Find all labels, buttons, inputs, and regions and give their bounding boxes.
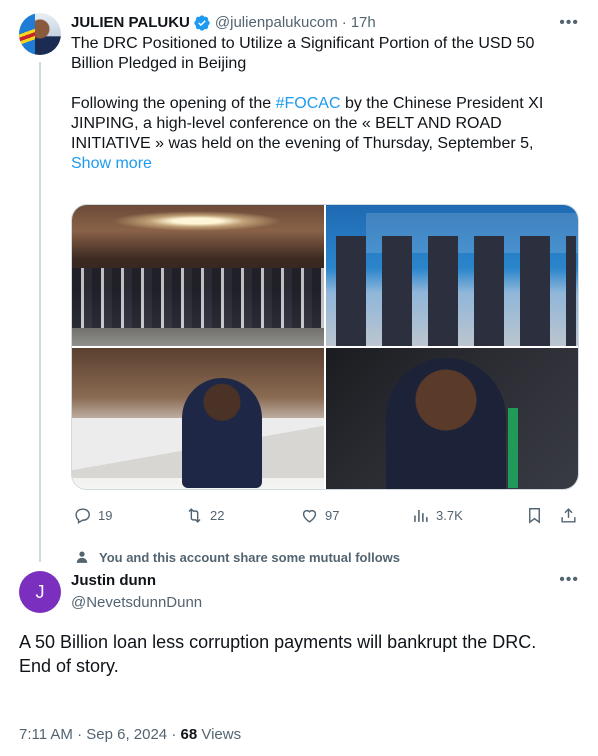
bookmark-button[interactable] [525, 503, 550, 527]
group-people [336, 236, 576, 346]
chandelier-lights [112, 211, 282, 231]
reading-delegate [386, 358, 506, 489]
views-icon [414, 509, 428, 522]
reply-icon [75, 507, 90, 524]
repost-count: 22 [210, 507, 225, 523]
reply-line-1: A 50 Billion loan less corruption paymen… [19, 632, 537, 652]
tweet-time[interactable]: 17h [351, 12, 376, 34]
flag-graphic [19, 13, 35, 55]
thread-connector-line [39, 62, 41, 562]
reply-meta: 7:11 AM · Sep 6, 2024 · 68 Views [19, 726, 241, 743]
mutual-follows-notice: You and this account share some mutual f… [71, 548, 400, 566]
tweet-paragraph: Following the opening of the #FOCAC by t… [71, 94, 571, 154]
delegate [182, 378, 262, 488]
reply-count: 19 [98, 507, 113, 523]
like-button[interactable]: 97 [300, 503, 339, 527]
tweet-title: The DRC Positioned to Utilize a Signific… [71, 35, 535, 72]
reply-timestamp[interactable]: 7:11 AM · Sep 6, 2024 · [19, 726, 180, 743]
reply-views-count: 68 [180, 726, 198, 743]
photo-group-portrait[interactable] [326, 205, 578, 346]
tweet-text: The DRC Positioned to Utilize a Signific… [71, 34, 571, 174]
mutual-follows-text: You and this account share some mutual f… [99, 549, 400, 565]
reply-author-avatar[interactable]: J [19, 571, 61, 613]
main-tweet: JULIEN PALUKU @julienpalukucom · 17h •••… [71, 12, 583, 174]
reply-author-name[interactable]: Justin dunn [71, 571, 202, 591]
more-icon[interactable]: ••• [559, 14, 579, 32]
media-grid [71, 204, 579, 490]
separator-dot: · [341, 14, 347, 31]
reply-views-label: Views [197, 726, 242, 743]
like-icon [302, 509, 317, 523]
show-more-link[interactable]: Show more [71, 154, 571, 174]
views-count: 3.7K [436, 507, 463, 523]
photo-reading-delegate[interactable] [326, 348, 578, 489]
tweet-actions: 19 22 97 3.7K [71, 503, 583, 527]
desk-flag [508, 408, 518, 488]
hashtag-link[interactable]: #FOCAC [276, 95, 341, 112]
tweet-text-start: Following the opening of the [71, 95, 276, 112]
reply-header: Justin dunn @NevetsdunnDunn [71, 571, 202, 613]
reply-author-handle[interactable]: @NevetsdunnDunn [71, 593, 202, 613]
views-button[interactable]: 3.7K [411, 503, 463, 527]
reply-button[interactable]: 19 [73, 503, 112, 527]
reply-text: A 50 Billion loan less corruption paymen… [19, 630, 579, 678]
repost-icon [188, 507, 201, 523]
reply-more-icon[interactable]: ••• [559, 571, 579, 589]
person-icon [76, 551, 88, 563]
bookmark-icon [529, 507, 540, 524]
share-button[interactable] [559, 503, 584, 527]
photo-conference-hall[interactable] [72, 205, 324, 346]
author-name[interactable]: JULIEN PALUKU [71, 12, 190, 34]
audience [72, 268, 324, 328]
verified-badge-icon [194, 15, 210, 31]
repost-button[interactable]: 22 [185, 503, 224, 527]
like-count: 97 [325, 507, 340, 523]
author-handle[interactable]: @julienpalukucom [215, 12, 338, 34]
tweet-header: JULIEN PALUKU @julienpalukucom · 17h [71, 12, 583, 34]
photo-meeting-table[interactable] [72, 348, 324, 489]
author-avatar[interactable] [19, 13, 61, 55]
share-icon [561, 507, 576, 523]
reply-line-2: End of story. [19, 656, 119, 676]
